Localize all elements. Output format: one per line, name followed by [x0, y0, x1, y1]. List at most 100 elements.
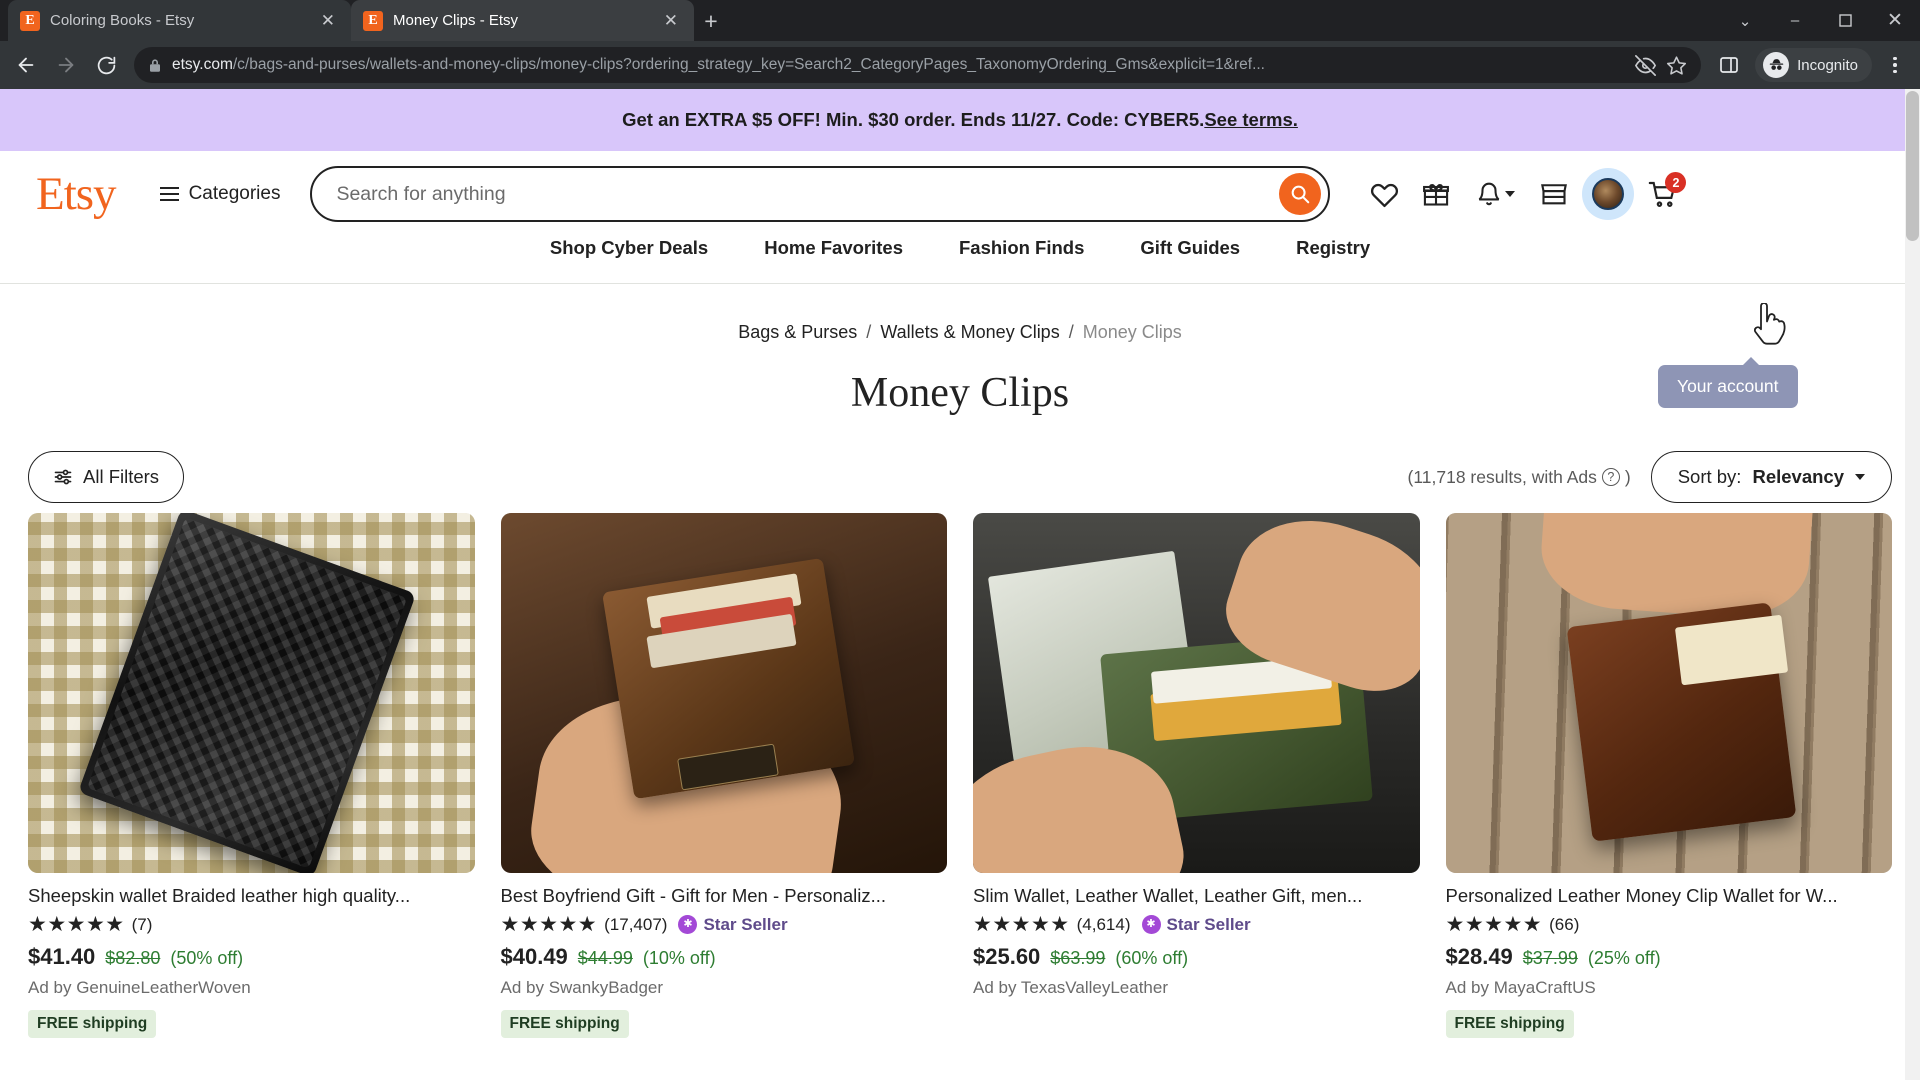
product-card[interactable]: Best Boyfriend Gift - Gift for Men - Per…	[501, 513, 948, 1038]
star-rating-icon: ★★★★★	[1446, 914, 1543, 935]
search-submit-button[interactable]	[1279, 173, 1321, 215]
minimize-button[interactable]: –	[1770, 0, 1820, 41]
product-price: $41.40 $82.80 (50% off)	[28, 944, 475, 970]
window-controls: ⌄ – ✕	[1720, 0, 1920, 41]
free-shipping-badge: FREE shipping	[1446, 1010, 1574, 1038]
back-icon[interactable]	[8, 47, 44, 83]
product-card[interactable]: Slim Wallet, Leather Wallet, Leather Gif…	[973, 513, 1420, 1038]
page-title: Money Clips	[0, 347, 1920, 427]
subnav-item-gift-guides[interactable]: Gift Guides	[1140, 237, 1240, 259]
maximize-button[interactable]	[1820, 0, 1870, 41]
see-terms-link[interactable]: See terms.	[1204, 109, 1298, 131]
breadcrumb-level2[interactable]: Wallets & Money Clips	[880, 322, 1059, 342]
browser-tab-1[interactable]: E Coloring Books - Etsy ✕	[8, 0, 351, 41]
promo-text: Get an EXTRA $5 OFF! Min. $30 order. End…	[622, 109, 1204, 131]
original-price: $44.99	[578, 948, 633, 969]
breadcrumb-level1[interactable]: Bags & Purses	[738, 322, 857, 342]
ad-attribution: Ad by SwankyBadger	[501, 978, 948, 998]
reload-icon[interactable]	[88, 47, 124, 83]
star-seller-icon: ✱	[678, 915, 697, 934]
star-seller-badge: ✱ Star Seller	[1142, 915, 1251, 935]
close-window-button[interactable]: ✕	[1870, 0, 1920, 41]
page-content: Get an EXTRA $5 OFF! Min. $30 order. End…	[0, 89, 1920, 1080]
close-tab-icon[interactable]: ✕	[317, 11, 339, 31]
subnav-item-fashion-finds[interactable]: Fashion Finds	[959, 237, 1084, 259]
tab-title: Coloring Books - Etsy	[50, 12, 307, 29]
etsy-favicon-icon: E	[20, 11, 40, 31]
etsy-logo[interactable]: Etsy	[36, 171, 116, 218]
product-image[interactable]	[973, 513, 1420, 873]
ad-attribution: Ad by GenuineLeatherWoven	[28, 978, 475, 998]
close-tab-icon[interactable]: ✕	[660, 11, 682, 31]
results-count-text: (11,718 results, with Ads	[1408, 467, 1597, 488]
product-title[interactable]: Personalized Leather Money Clip Wallet f…	[1446, 885, 1893, 907]
product-image[interactable]	[501, 513, 948, 873]
current-price: $41.40	[28, 944, 95, 970]
tab-title: Money Clips - Etsy	[393, 12, 650, 29]
subnav-item-registry[interactable]: Registry	[1296, 237, 1370, 259]
star-seller-badge: ✱ Star Seller	[678, 915, 787, 935]
free-shipping-badge: FREE shipping	[28, 1010, 156, 1038]
forward-icon[interactable]	[48, 47, 84, 83]
favorites-button[interactable]	[1360, 170, 1408, 218]
original-price: $82.80	[105, 948, 160, 969]
categories-button[interactable]: Categories	[160, 183, 281, 205]
tab-search-icon[interactable]: ⌄	[1720, 0, 1770, 41]
product-title[interactable]: Best Boyfriend Gift - Gift for Men - Per…	[501, 885, 948, 907]
bookmark-star-icon[interactable]	[1666, 55, 1687, 76]
new-tab-button[interactable]: +	[694, 4, 728, 38]
url-domain: etsy.com	[172, 56, 233, 73]
product-rating: ★★★★★ (17,407) ✱ Star Seller	[501, 914, 948, 935]
star-seller-icon: ✱	[1142, 915, 1161, 934]
incognito-profile-button[interactable]: Incognito	[1755, 48, 1872, 82]
review-count: (66)	[1549, 915, 1579, 935]
star-seller-label: Star Seller	[703, 915, 787, 935]
star-rating-icon: ★★★★★	[28, 914, 125, 935]
all-filters-label: All Filters	[83, 466, 159, 488]
product-image[interactable]	[1446, 513, 1893, 873]
categories-label: Categories	[189, 183, 281, 205]
subnav-item-shop-cyber-deals[interactable]: Shop Cyber Deals	[550, 237, 708, 259]
browser-menu-icon[interactable]	[1878, 47, 1912, 83]
filters-row: All Filters (11,718 results, with Ads ? …	[0, 427, 1920, 509]
scrollbar-thumb[interactable]	[1906, 91, 1919, 241]
breadcrumb: Bags & Purses / Wallets & Money Clips / …	[0, 284, 1920, 347]
product-card[interactable]: Sheepskin wallet Braided leather high qu…	[28, 513, 475, 1038]
all-filters-button[interactable]: All Filters	[28, 451, 184, 503]
product-price: $40.49 $44.99 (10% off)	[501, 944, 948, 970]
sort-by-dropdown[interactable]: Sort by: Relevancy	[1651, 451, 1892, 503]
side-panel-icon[interactable]	[1711, 47, 1747, 83]
breadcrumb-separator: /	[1069, 322, 1074, 342]
search-input[interactable]	[336, 183, 1279, 206]
sub-navigation: Shop Cyber Deals Home Favorites Fashion …	[0, 237, 1920, 284]
product-title[interactable]: Slim Wallet, Leather Wallet, Leather Gif…	[973, 885, 1420, 907]
subnav-item-home-favorites[interactable]: Home Favorites	[764, 237, 903, 259]
sort-by-label: Sort by:	[1678, 466, 1742, 488]
page-scrollbar[interactable]	[1905, 89, 1920, 1080]
chevron-down-icon	[1505, 191, 1515, 197]
breadcrumb-current: Money Clips	[1083, 322, 1182, 342]
star-rating-icon: ★★★★★	[501, 914, 598, 935]
notifications-button[interactable]	[1464, 170, 1526, 218]
account-button[interactable]	[1582, 168, 1634, 220]
ad-attribution: Ad by MayaCraftUS	[1446, 978, 1893, 998]
gift-button[interactable]	[1412, 170, 1460, 218]
product-rating: ★★★★★ (4,614) ✱ Star Seller	[973, 914, 1420, 935]
browser-tab-2[interactable]: E Money Clips - Etsy ✕	[351, 0, 694, 41]
star-seller-label: Star Seller	[1167, 915, 1251, 935]
product-card[interactable]: Personalized Leather Money Clip Wallet f…	[1446, 513, 1893, 1038]
search-bar[interactable]	[310, 166, 1330, 222]
current-price: $40.49	[501, 944, 568, 970]
product-title[interactable]: Sheepskin wallet Braided leather high qu…	[28, 885, 475, 907]
help-icon[interactable]: ?	[1602, 468, 1620, 486]
cart-button[interactable]: 2	[1638, 170, 1686, 218]
address-bar[interactable]: etsy.com/c/bags-and-purses/wallets-and-m…	[134, 47, 1701, 83]
eye-slash-icon[interactable]	[1635, 55, 1656, 76]
incognito-label: Incognito	[1797, 57, 1858, 74]
review-count: (4,614)	[1077, 915, 1131, 935]
lock-icon	[148, 58, 162, 73]
shop-button[interactable]	[1530, 170, 1578, 218]
product-price: $25.60 $63.99 (60% off)	[973, 944, 1420, 970]
url-text: etsy.com/c/bags-and-purses/wallets-and-m…	[172, 56, 1625, 74]
product-image[interactable]	[28, 513, 475, 873]
